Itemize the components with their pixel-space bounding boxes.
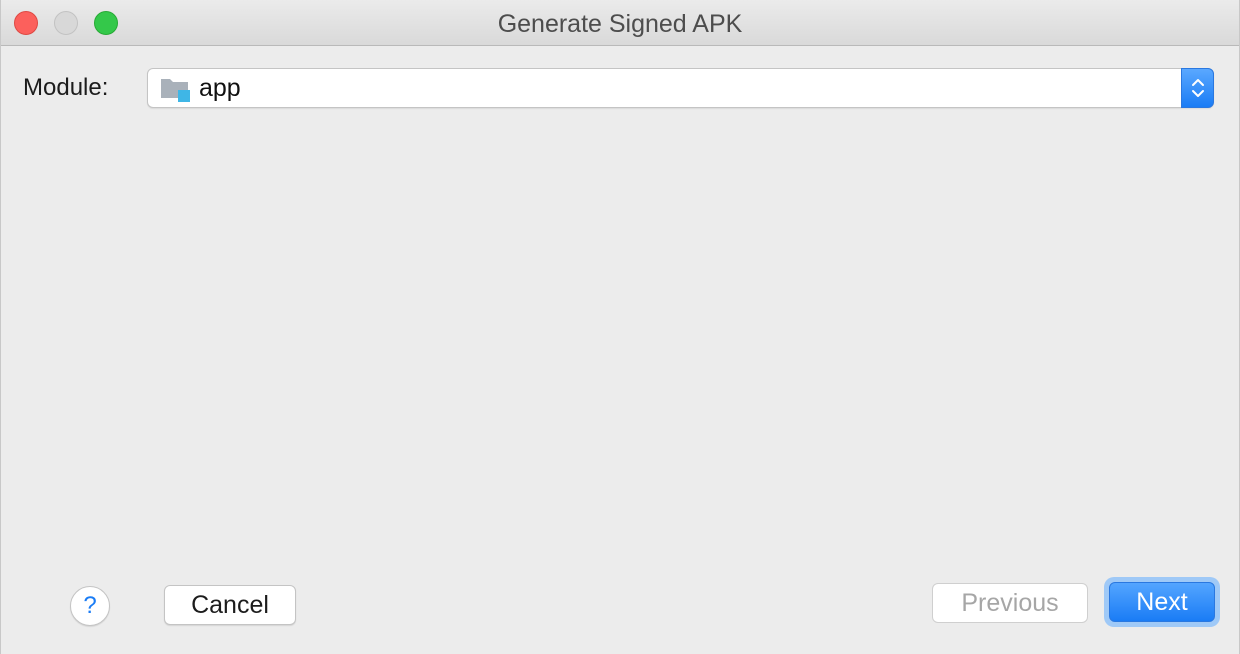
next-button-label: Next: [1109, 582, 1215, 622]
previous-button: Previous: [932, 583, 1088, 623]
cancel-button[interactable]: Cancel: [164, 585, 296, 625]
folder-module-icon: [161, 79, 190, 102]
module-select[interactable]: app: [147, 68, 1214, 108]
module-label: Module:: [23, 74, 109, 101]
module-select-value: app: [199, 74, 241, 102]
next-button[interactable]: Next: [1104, 577, 1220, 627]
window-title: Generate Signed APK: [497, 10, 743, 38]
help-button[interactable]: ?: [70, 586, 110, 626]
title-bar[interactable]: Generate Signed APK: [1, 0, 1239, 46]
dialog-window: Generate Signed APK Module: app ? Cancel…: [0, 0, 1240, 654]
chevron-up-down-icon[interactable]: [1181, 68, 1214, 108]
